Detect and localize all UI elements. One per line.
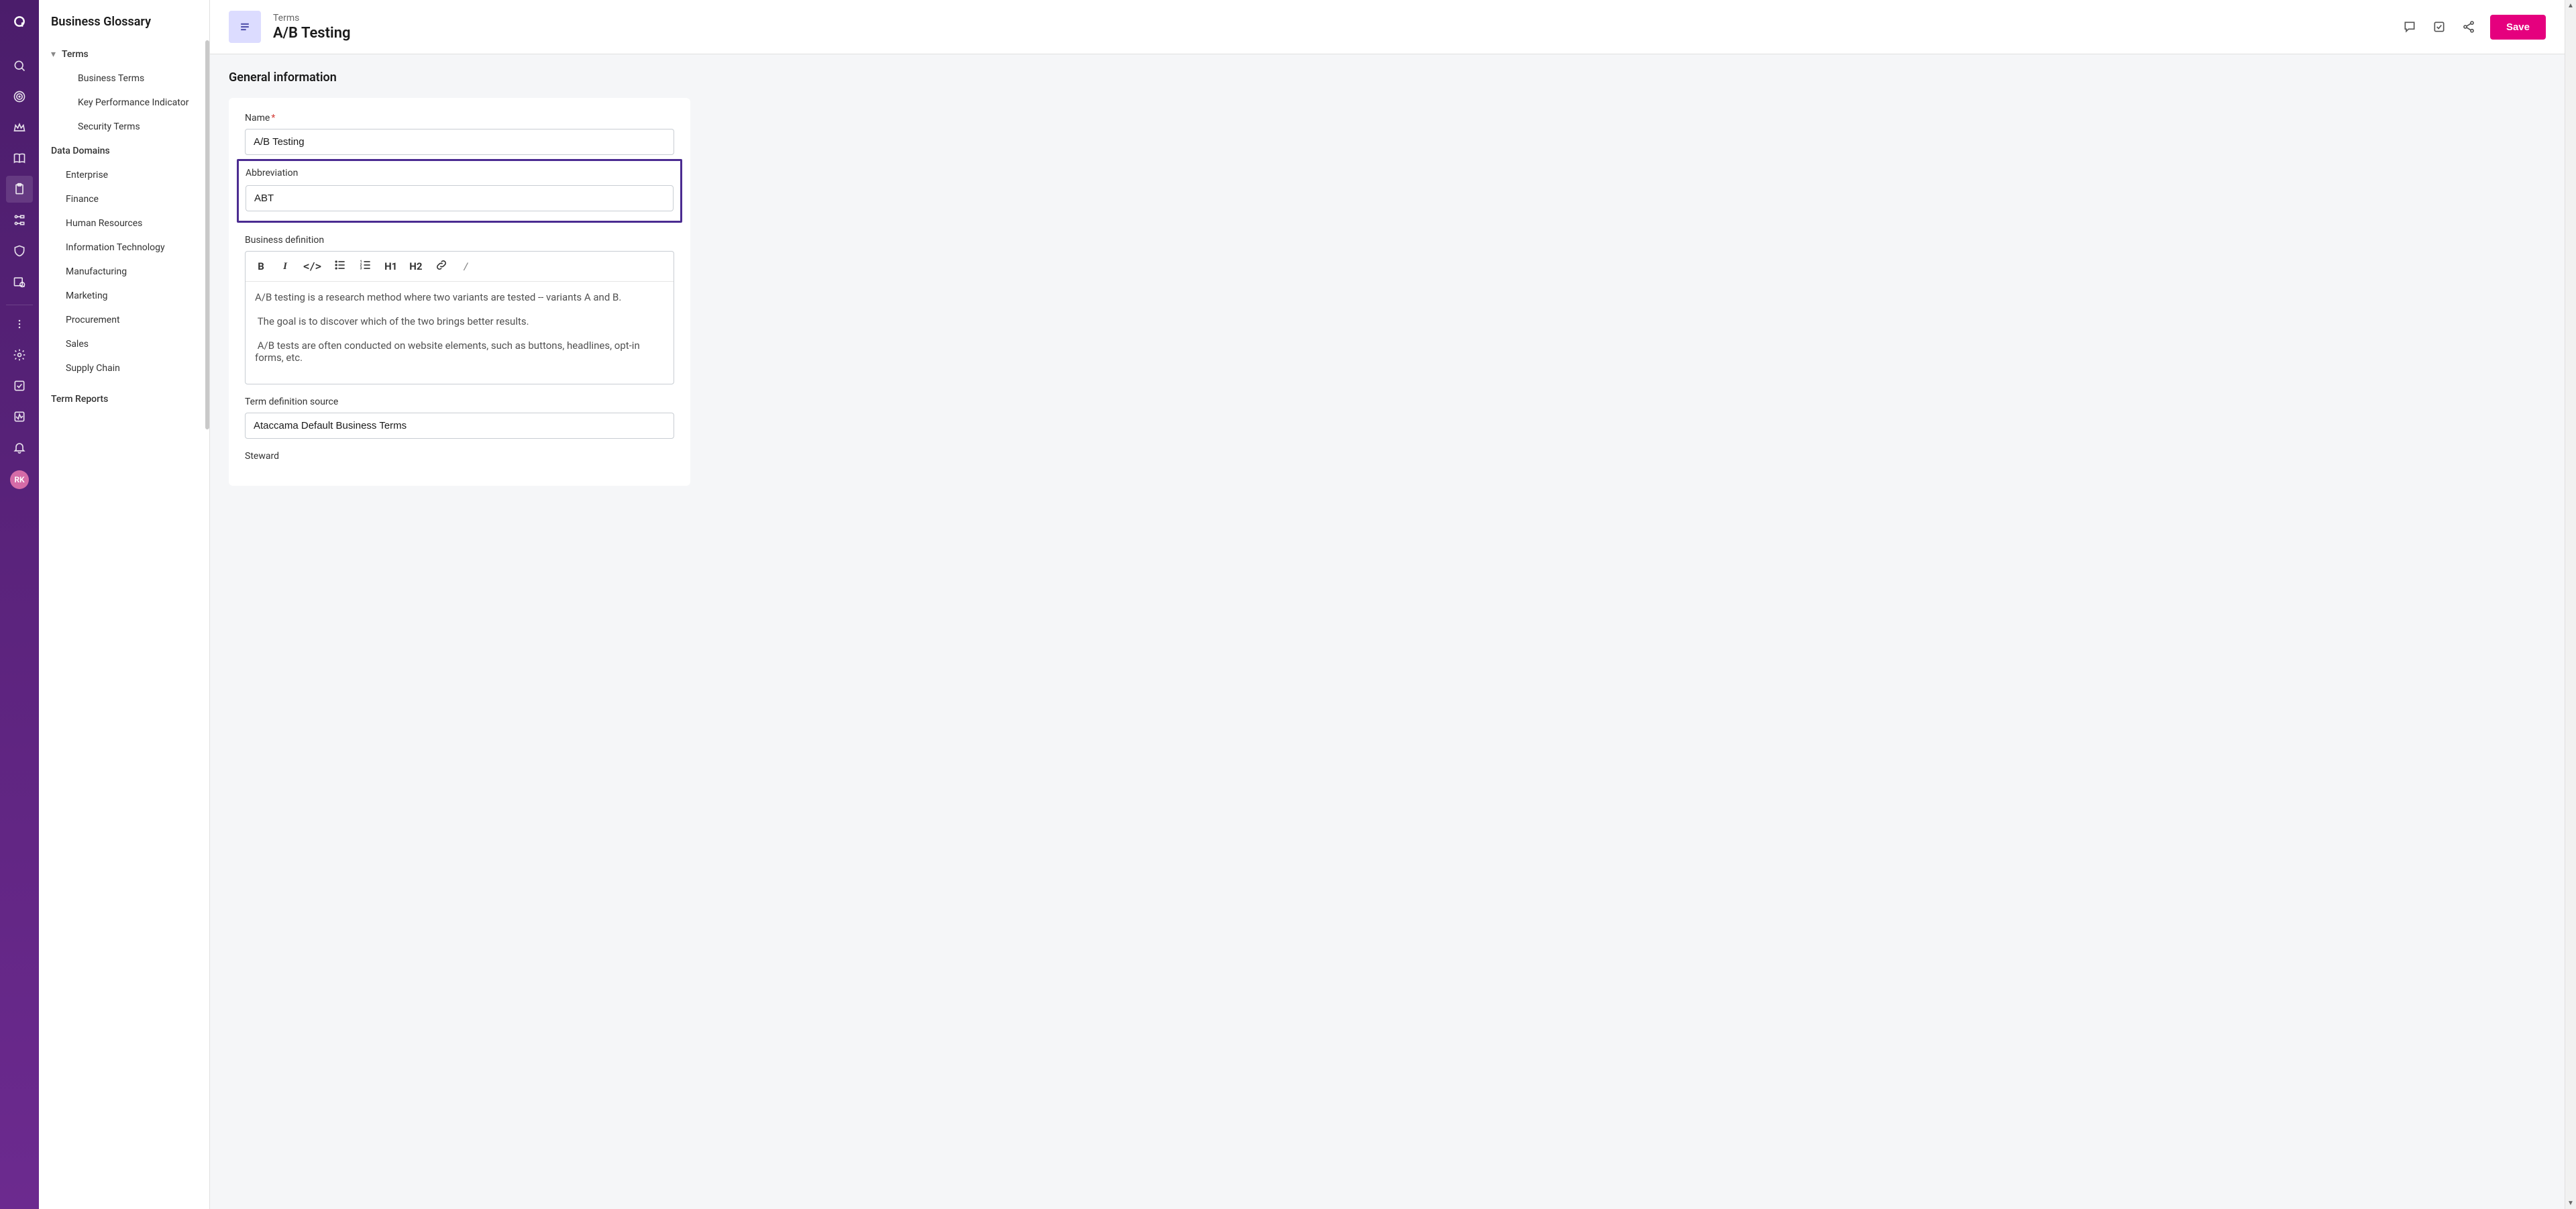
rte-slash-button[interactable]: / [460,260,472,272]
rte-toolbar: B I </> 123 H1 H2 [246,252,674,282]
tree-item-hr[interactable]: Human Resources [39,211,209,235]
tree-item-business-terms[interactable]: Business Terms [39,66,209,91]
target-icon[interactable] [6,83,33,110]
comment-icon[interactable] [2402,19,2418,35]
abbreviation-input[interactable] [246,185,674,211]
left-panel-title: Business Glossary [39,0,209,42]
page-title: A/B Testing [273,25,2402,42]
inspect-icon[interactable] [6,268,33,295]
name-label: Name* [245,113,674,123]
tree-item-finance[interactable]: Finance [39,187,209,211]
name-input[interactable] [245,129,674,155]
breadcrumb[interactable]: Terms [273,13,2402,23]
tree: ▾ Terms Business Terms Key Performance I… [39,42,209,1209]
tree-item-procurement[interactable]: Procurement [39,308,209,332]
tree-label: Terms [62,49,89,60]
field-name: Name* [245,113,674,155]
section-heading: General information [229,70,2546,85]
rte-bullet-list-button[interactable] [333,258,347,274]
page-header: Terms A/B Testing Save [210,0,2565,54]
tree-group-term-reports[interactable]: Term Reports [39,387,209,411]
bell-icon[interactable] [6,434,33,461]
rte-code-button[interactable]: </> [303,260,321,272]
svg-text:3: 3 [360,267,362,271]
save-button[interactable]: Save [2490,15,2546,40]
hierarchy-icon[interactable] [6,207,33,233]
avatar[interactable]: RK [10,470,29,489]
crown-icon[interactable] [6,114,33,141]
definition-label: Business definition [245,235,674,246]
steward-label: Steward [245,451,674,462]
tree-item-enterprise[interactable]: Enterprise [39,163,209,187]
more-icon[interactable] [6,311,33,337]
main: Terms A/B Testing Save General informati… [210,0,2565,1209]
name-label-text: Name [245,113,270,123]
scroll-down-icon[interactable]: ▼ [2565,1198,2576,1209]
tree-item-manufacturing[interactable]: Manufacturing [39,260,209,284]
field-steward: Steward [245,451,674,462]
tree-group-data-domains[interactable]: Data Domains [39,139,209,163]
tree-item-it[interactable]: Information Technology [39,235,209,260]
form-card: Name* Abbreviation Business definition B [229,98,690,486]
shield-icon[interactable] [6,238,33,264]
activity-icon[interactable] [6,403,33,430]
rte-ordered-list-button[interactable]: 123 [359,258,372,274]
field-source: Term definition source [245,397,674,439]
highlighted-field-abbreviation: Abbreviation [237,159,682,223]
left-panel: Business Glossary ▾ Terms Business Terms… [39,0,210,1209]
task-check-icon[interactable] [2431,19,2447,35]
scroll-up-icon[interactable]: ▲ [2565,0,2576,11]
source-label: Term definition source [245,397,674,407]
tree-item-security-terms[interactable]: Security Terms [39,115,209,139]
required-star: * [271,113,275,123]
rte-h2-button[interactable]: H2 [409,260,422,272]
term-type-icon [229,11,261,43]
app-root: RK Business Glossary ▾ Terms Business Te… [0,0,2576,1209]
share-icon[interactable] [2461,19,2477,35]
rich-text-editor: B I </> 123 H1 H2 [245,251,674,384]
tree-group-terms[interactable]: ▾ Terms [39,42,209,66]
search-icon[interactable] [6,52,33,79]
header-actions: Save [2402,15,2546,40]
field-definition: Business definition B I </> 123 [245,235,674,384]
source-input[interactable] [245,413,674,439]
caret-down-icon: ▾ [51,49,59,60]
definition-textarea[interactable]: A/B testing is a research method where t… [246,282,674,384]
tree-item-marketing[interactable]: Marketing [39,284,209,308]
settings-icon[interactable] [6,341,33,368]
book-icon[interactable] [6,145,33,172]
tree-item-kpi[interactable]: Key Performance Indicator [39,91,209,115]
panel-scrollbar[interactable] [205,40,209,429]
abbreviation-label: Abbreviation [246,168,674,178]
page-titles: Terms A/B Testing [273,13,2402,42]
tree-item-sales[interactable]: Sales [39,332,209,356]
nav-rail: RK [0,0,39,1209]
rte-h1-button[interactable]: H1 [384,260,397,272]
clipboard-icon[interactable] [6,176,33,203]
rte-link-button[interactable] [435,258,448,274]
rte-bold-button[interactable]: B [255,260,267,272]
rte-italic-button[interactable]: I [279,261,291,272]
window-scrollbar[interactable]: ▲ ▼ [2565,0,2576,1209]
tree-item-supply-chain[interactable]: Supply Chain [39,356,209,380]
content-area: General information Name* Abbreviation B… [210,54,2565,1209]
checkbox-icon[interactable] [6,372,33,399]
app-logo[interactable] [13,13,26,32]
